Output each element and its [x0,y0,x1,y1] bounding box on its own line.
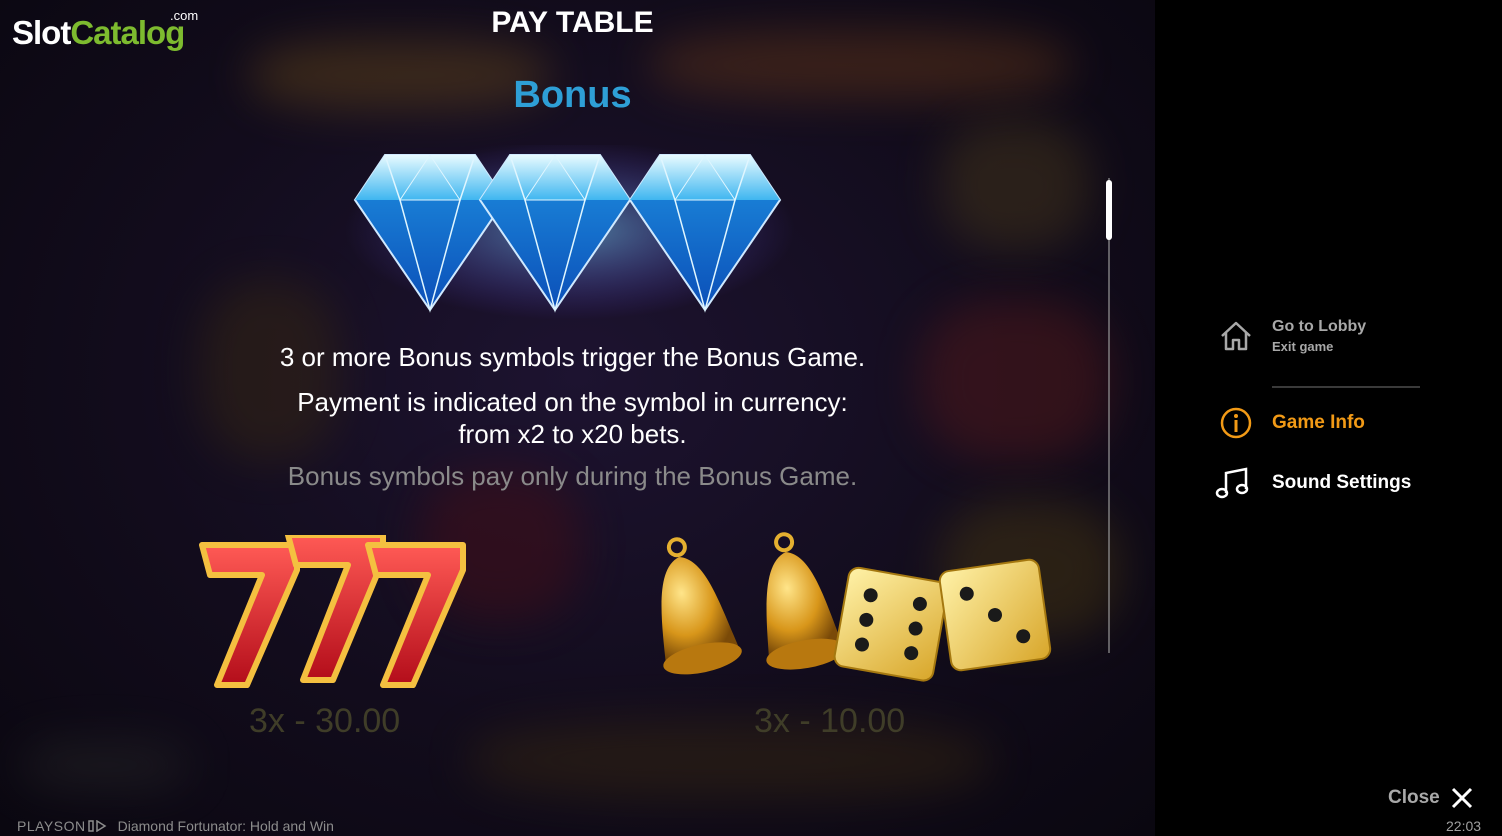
die-icon-2 [938,558,1052,672]
seven-icon-3 [365,542,466,688]
close-icon [1451,787,1472,809]
bells-and-dice-symbol [661,532,1052,682]
die-icon-1 [833,566,949,682]
bonus-note-text: Bonus symbols pay only during the Bonus … [287,461,858,491]
close-button[interactable]: Close [1388,786,1474,810]
exit-game-label: Exit game [1272,339,1334,354]
music-note-icon [1215,467,1249,499]
game-info-label: Game Info [1272,412,1365,433]
go-to-lobby-button[interactable]: Go to Lobby Exit game [1218,318,1366,354]
info-icon [1220,407,1252,439]
sound-settings-label: Sound Settings [1272,472,1412,493]
seven-icon-1 [199,542,300,688]
game-info-button[interactable]: Game Info [1218,405,1365,441]
sevens-payout: 3x - 30.00 [249,702,401,740]
game-name: Diamond Fortunator: Hold and Win [117,818,334,834]
section-heading-bonus: Bonus [513,74,632,116]
bells-dice-payout: 3x - 10.00 [754,702,906,740]
home-icon [1221,321,1251,351]
clock: 22:03 [1446,818,1482,834]
sevens-symbol [199,535,466,688]
page-title: PAY TABLE [491,6,654,39]
scrollbar-track[interactable] [1108,178,1110,653]
playson-logo-icon [87,820,107,832]
menu-divider [1272,386,1420,388]
scrollbar-thumb[interactable] [1106,180,1112,240]
footer: PLAYSON Diamond Fortunator: Hold and Win [17,818,334,834]
close-label: Close [1388,787,1440,808]
sound-settings-button[interactable]: Sound Settings [1214,465,1411,501]
bonus-payment-line-b: from x2 to x20 bets. [458,419,687,449]
bell-icon-1 [661,537,742,675]
bonus-rule-text: 3 or more Bonus symbols trigger the Bonu… [279,342,866,372]
go-to-lobby-label: Go to Lobby [1272,318,1367,335]
bell-icon-2 [766,532,846,670]
bonus-diamonds-symbol [345,145,795,320]
bonus-payment-text: Payment is indicated on the symbol in cu… [0,386,1145,450]
playson-logo: PLAYSON [17,818,86,834]
bonus-payment-line-a: Payment is indicated on the symbol in cu… [297,387,848,417]
